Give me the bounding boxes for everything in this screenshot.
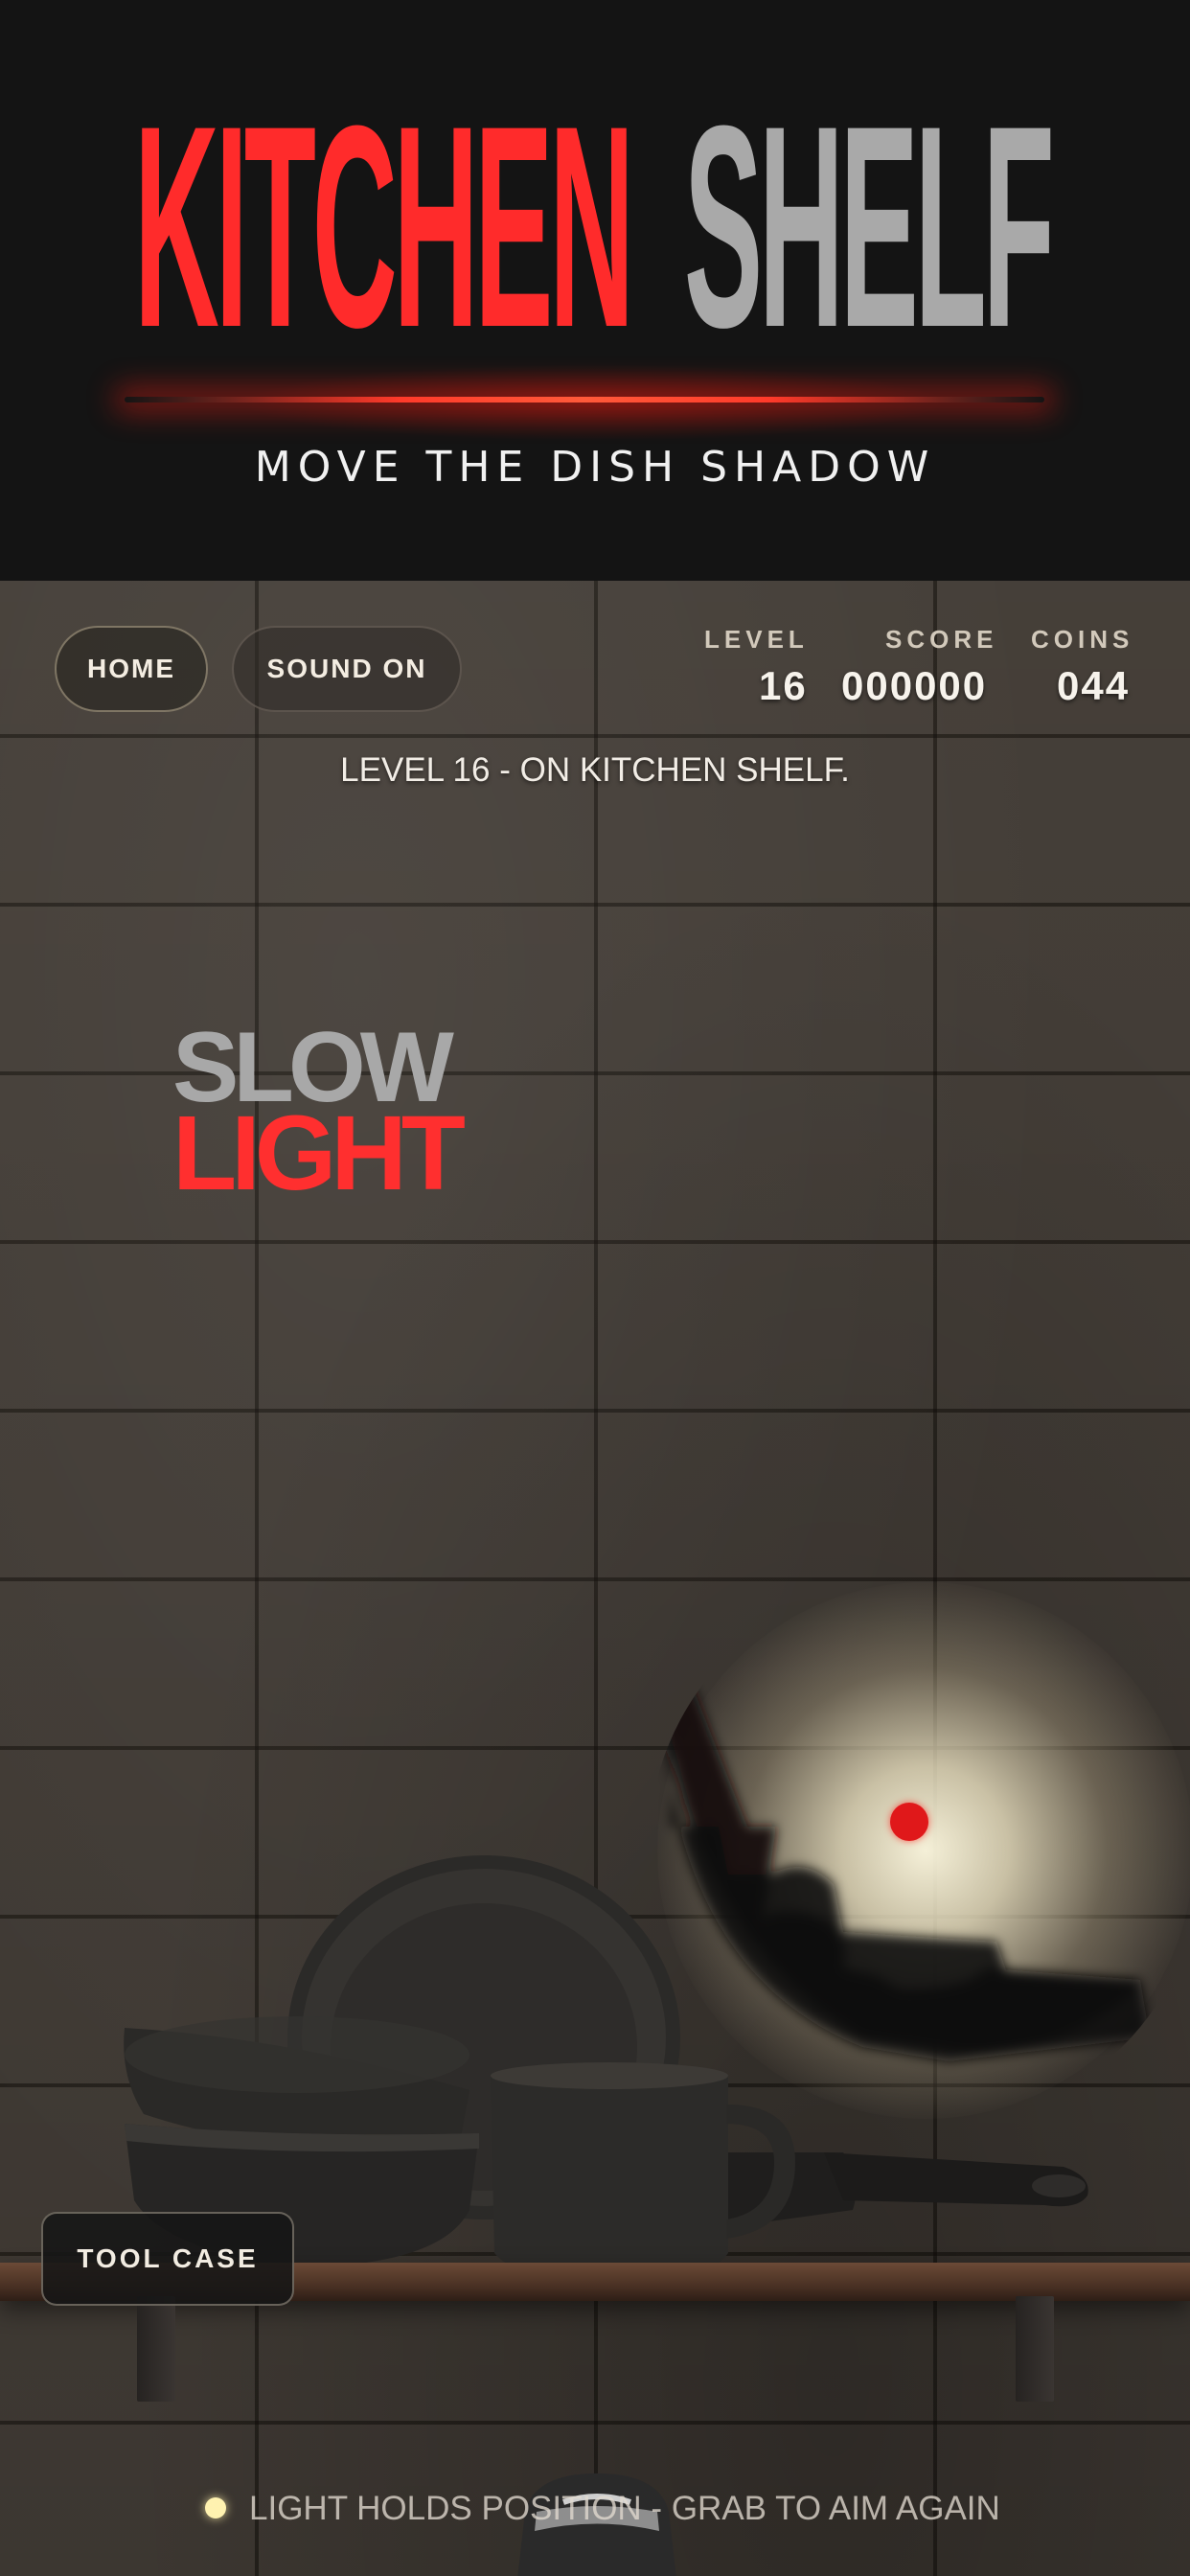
title-glow-divider <box>125 397 1044 402</box>
title-header: KITCHEN SHELF MOVE THE DISH SHADOW <box>0 0 1190 581</box>
game-subtitle: MOVE THE DISH SHADOW <box>254 443 936 492</box>
mug <box>491 2068 728 2283</box>
shelf-bracket-left <box>137 2296 175 2402</box>
title-word-shelf: SHELF <box>684 65 1055 387</box>
game-scene[interactable]: HOME SOUND ON LEVEL 16 SCORE 000000 COIN… <box>0 581 1190 2576</box>
tool-case-button[interactable]: TOOL CASE <box>41 2212 294 2306</box>
hint-indicator-icon <box>205 2497 226 2518</box>
title-word-kitchen: KITCHEN <box>134 65 634 387</box>
shelf-bracket-right <box>1016 2296 1054 2402</box>
game-title: KITCHEN SHELF <box>0 65 1190 387</box>
hint-text: LIGHT HOLDS POSITION - GRAB TO AIM AGAIN <box>249 2490 1000 2527</box>
title-glow-haze <box>240 364 949 441</box>
